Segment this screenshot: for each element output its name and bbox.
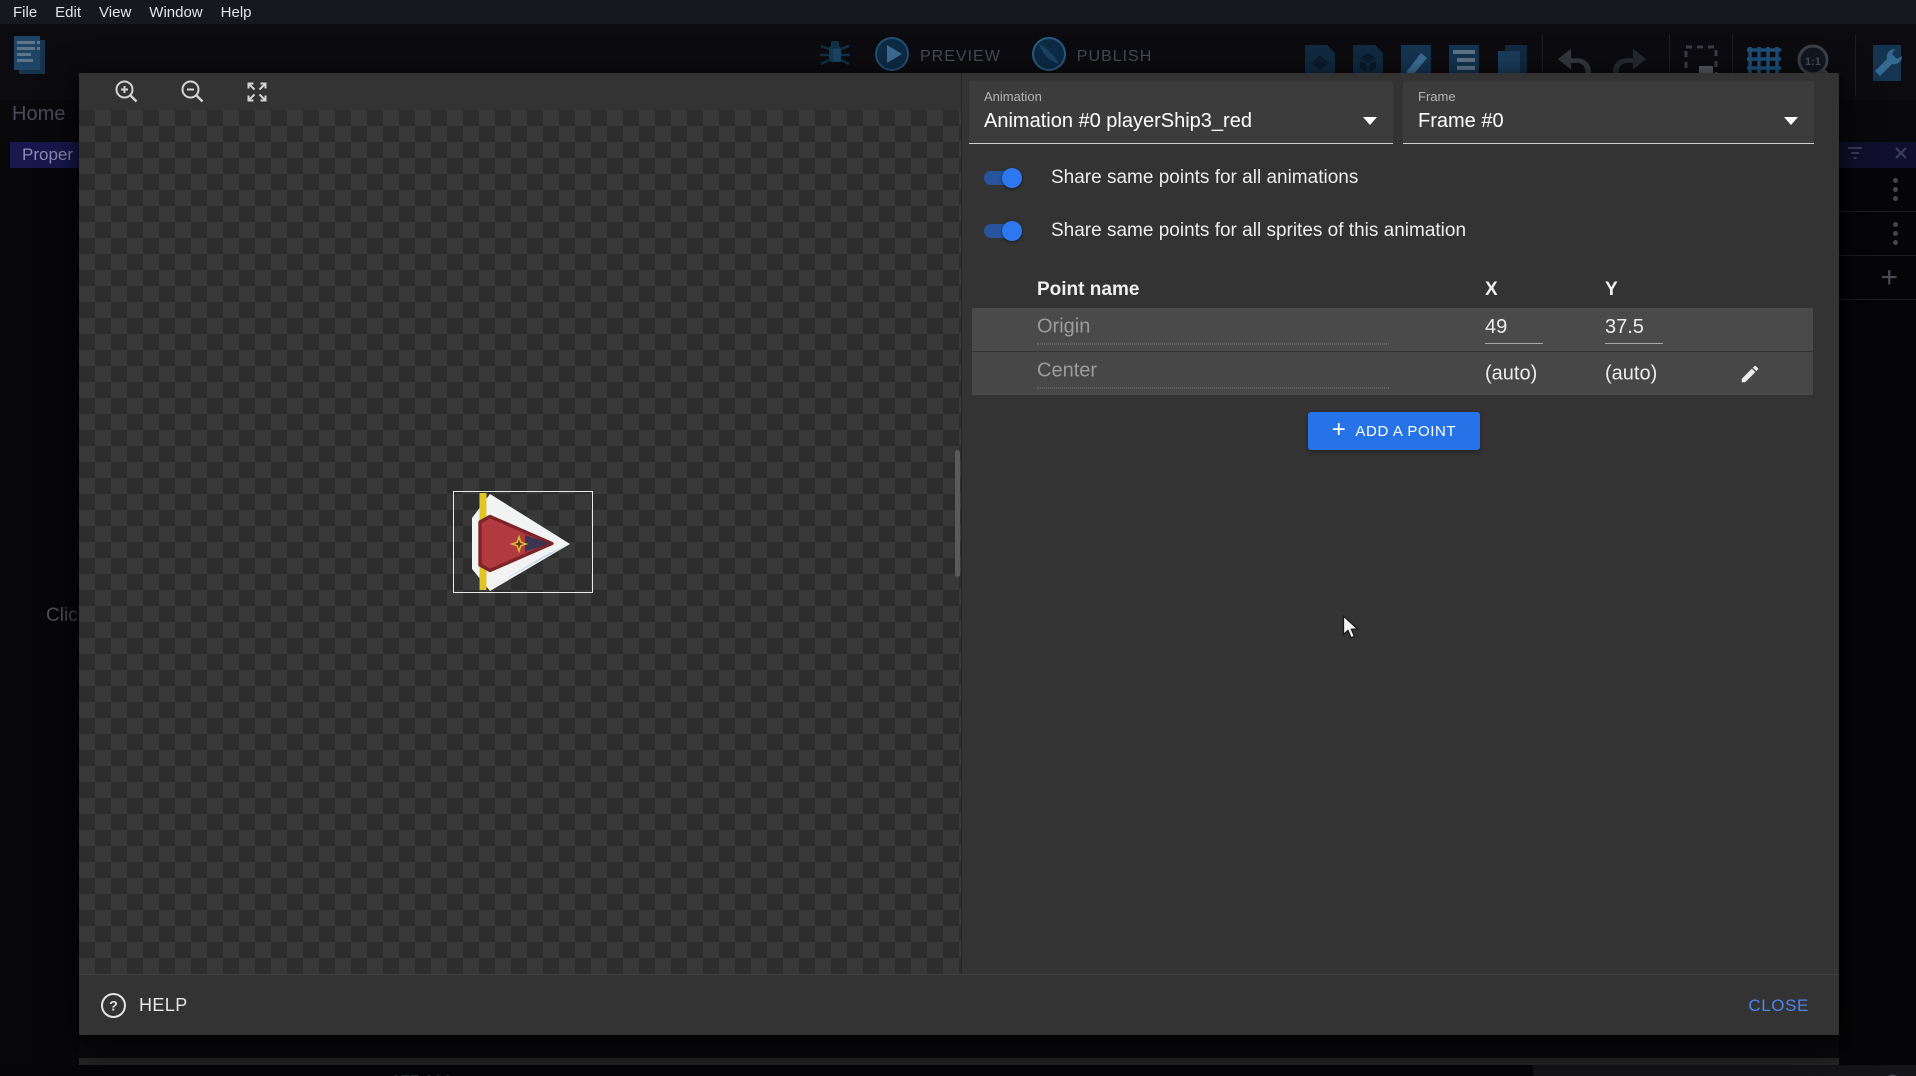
kebab-menu-icon [1893, 222, 1898, 245]
share-points-animations-row: Share same points for all animations [978, 163, 1358, 193]
point-name-field: Center [1037, 359, 1389, 388]
dialog-footer: ? HELP CLOSE [79, 974, 1839, 1035]
frame-select-value: Frame #0 [1418, 110, 1504, 133]
points-panel: Animation Animation #0 playerShip3_red F… [963, 73, 1839, 974]
publish-globe-icon [1031, 36, 1067, 77]
table-row-center[interactable]: Center (auto) (auto) [972, 352, 1813, 395]
fit-to-screen-icon[interactable] [235, 73, 279, 110]
statusbar-top-strip [79, 1058, 1839, 1065]
canvas-toolbar [79, 73, 961, 110]
plus-icon: + [1332, 418, 1347, 442]
preview-button: PREVIEW [920, 48, 1001, 66]
point-x-field[interactable]: 49 [1485, 316, 1543, 344]
tab-properties: Proper [10, 142, 79, 168]
close-button[interactable]: CLOSE [1748, 975, 1809, 1036]
frame-select-label: Frame [1418, 89, 1456, 104]
objects-panel-fragment: + [1839, 168, 1916, 1076]
svg-text:1:1: 1:1 [1805, 56, 1821, 68]
column-y: Y [1605, 279, 1618, 301]
zoom-in-icon[interactable] [104, 73, 148, 110]
sprite-canvas[interactable] [79, 73, 962, 974]
share-points-sprites-row: Share same points for all sprites of thi… [978, 216, 1466, 246]
svg-text:?: ? [109, 998, 118, 1014]
animation-select[interactable]: Animation Animation #0 playerShip3_red [969, 81, 1393, 144]
menu-help[interactable]: Help [212, 4, 261, 21]
app-window: File Edit View Window Help Home Proper C… [0, 0, 1916, 1076]
column-x: X [1485, 279, 1498, 301]
edit-points-dialog: Animation Animation #0 playerShip3_red F… [79, 73, 1839, 1035]
animation-select-label: Animation [984, 89, 1042, 104]
table-row-origin[interactable]: Origin 49 37.5 [972, 308, 1813, 351]
points-table-header: Point name X Y [972, 271, 1813, 308]
edit-point-button[interactable] [1734, 358, 1766, 390]
publish-button: PUBLISH [1077, 48, 1152, 66]
chevron-down-icon [1784, 117, 1798, 125]
canvas-scrollbar[interactable] [955, 450, 960, 577]
transparent-checkerboard[interactable] [79, 110, 961, 974]
point-y-field[interactable]: 37.5 [1605, 316, 1663, 344]
panel-close-icon [1894, 146, 1908, 165]
kebab-menu-icon [1893, 178, 1898, 201]
menu-edit[interactable]: Edit [46, 4, 90, 21]
add-point-label: ADD A POINT [1355, 423, 1456, 440]
add-object-row: + [1839, 256, 1916, 300]
animation-select-value: Animation #0 playerShip3_red [984, 110, 1252, 133]
sprite-preview[interactable] [453, 491, 593, 593]
plus-icon: + [1880, 263, 1898, 293]
search-input [1533, 1073, 1884, 1076]
search-box [1533, 1065, 1916, 1076]
search-icon [1884, 1073, 1904, 1076]
cursor-coordinates: 677,299 [391, 1072, 452, 1076]
project-manager-icon [10, 34, 50, 83]
filter-icon [1847, 146, 1863, 165]
point-x-field: (auto) [1485, 362, 1537, 385]
add-point-button[interactable]: + ADD A POINT [1308, 412, 1480, 450]
toolbar-center-group: PREVIEW PUBLISH [818, 36, 1166, 77]
toggle-label: Share same points for all sprites of thi… [1051, 220, 1466, 242]
menu-file[interactable]: File [4, 4, 46, 21]
settings-wrench-icon [1862, 41, 1910, 90]
help-button[interactable]: ? HELP [100, 975, 188, 1036]
help-label: HELP [139, 995, 188, 1016]
menu-window[interactable]: Window [140, 4, 211, 21]
point-name-field: Origin [1037, 315, 1389, 344]
debugger-icon [818, 36, 852, 77]
canvas-hint-text: Click [46, 605, 79, 627]
chevron-down-icon [1363, 117, 1377, 125]
object-row [1839, 212, 1916, 256]
column-point-name: Point name [1037, 279, 1139, 301]
menu-view[interactable]: View [90, 4, 140, 21]
objects-panel-header [1839, 142, 1916, 168]
share-points-sprites-toggle[interactable] [978, 219, 1024, 243]
zoom-out-icon[interactable] [170, 73, 214, 110]
player-ship-sprite [453, 491, 593, 593]
pencil-icon [1739, 363, 1761, 385]
toggle-label: Share same points for all animations [1051, 167, 1358, 189]
object-row [1839, 168, 1916, 212]
help-question-icon: ? [100, 992, 127, 1019]
point-y-field: (auto) [1605, 362, 1657, 385]
preview-play-icon [874, 36, 910, 77]
frame-select[interactable]: Frame Frame #0 [1403, 81, 1814, 144]
menu-bar: File Edit View Window Help [0, 0, 1916, 24]
share-points-animations-toggle[interactable] [978, 166, 1024, 190]
tab-home: Home [12, 103, 65, 126]
